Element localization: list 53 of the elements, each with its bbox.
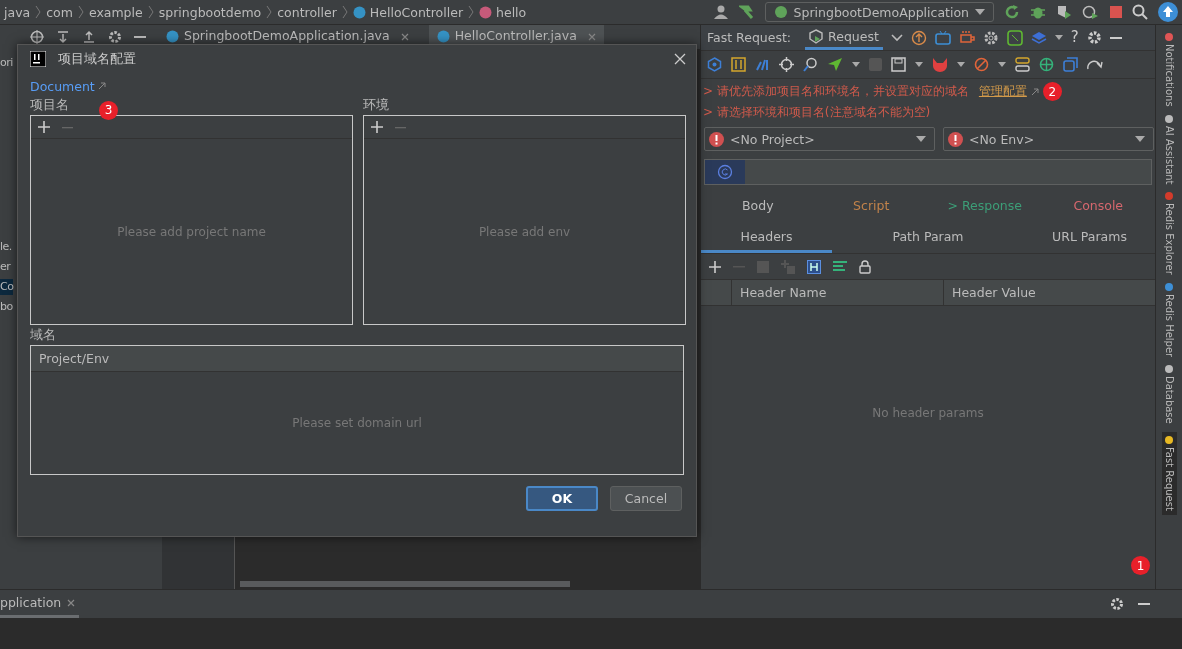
tree-item[interactable]: le.	[0, 239, 12, 255]
dialog-button[interactable]: Cancel	[610, 486, 682, 511]
help-button[interactable]: ?	[1070, 30, 1079, 45]
document-link[interactable]: Document	[30, 78, 95, 94]
breadcrumb-item[interactable]: springbootdemo	[158, 4, 262, 20]
param-tab[interactable]: Headers	[701, 222, 832, 253]
section-tab[interactable]: > Response	[943, 195, 1026, 215]
manage-config-link[interactable]: 管理配置	[978, 83, 1027, 100]
section-tab[interactable]: Script	[849, 195, 894, 215]
warning-message: > 请选择环境和项目名(注意域名不能为空)	[703, 104, 931, 121]
section-tab[interactable]: Console	[1069, 195, 1128, 215]
number-badge: 2	[1042, 82, 1062, 101]
domain-table[interactable]: Project/Env Please set domain url	[30, 345, 684, 475]
number-badge: 1	[1131, 556, 1150, 575]
tree-item[interactable]: ori	[0, 55, 13, 71]
run-configuration-dropdown[interactable]: SpringbootDemoApplication	[764, 2, 994, 22]
tree-item[interactable]: er	[0, 259, 11, 275]
empty-message: Please set domain url	[292, 416, 422, 430]
project-label: 项目名	[30, 96, 69, 114]
tool-window-button[interactable]: Database	[1163, 365, 1175, 424]
breadcrumb-item[interactable]: controller	[277, 4, 337, 20]
tree-item[interactable]: Co	[0, 279, 14, 295]
param-tab[interactable]: Path Param	[832, 222, 1024, 253]
editor-tab[interactable]: SpringbootDemoApplication.java	[158, 25, 417, 49]
breadcrumb-item[interactable]: example	[88, 4, 143, 20]
project-dropdown[interactable]: <No Project>	[704, 127, 935, 151]
environment-dropdown[interactable]: <No Env>	[943, 127, 1154, 151]
warning-message: > 请优先添加项目名和环境名，并设置对应的域名	[703, 83, 969, 100]
tool-window-button[interactable]: AI Assistant	[1163, 114, 1175, 185]
section-tab[interactable]: Body	[737, 195, 778, 215]
breadcrumb-item[interactable]: HelloController	[369, 4, 464, 20]
breadcrumb-item[interactable]: com	[46, 4, 73, 20]
tool-window-title: Fast Request:	[707, 30, 792, 45]
breadcrumb-item[interactable]: hello	[496, 4, 527, 20]
column-header[interactable]: Header Value	[943, 280, 1155, 305]
tool-window-button[interactable]: Notifications	[1163, 33, 1175, 107]
tool-window-button[interactable]: Redis Explorer	[1163, 192, 1175, 275]
empty-message: No header params	[872, 405, 984, 420]
breadcrumb-item[interactable]: java	[4, 4, 31, 20]
tree-item[interactable]: bo	[0, 299, 13, 315]
empty-message: Please add project name	[117, 224, 266, 239]
dialog-button[interactable]: OK	[526, 486, 598, 511]
empty-message: Please add env	[478, 224, 571, 239]
environment-label: 环境	[363, 96, 389, 114]
number-badge: 3	[99, 100, 118, 120]
request-tab[interactable]: Request	[805, 25, 883, 50]
tool-window-button[interactable]: Fast Request	[1161, 431, 1177, 515]
domain-label: 域名	[30, 326, 56, 344]
column-header[interactable]: Project/Env	[39, 351, 110, 366]
dialog-title: 项目域名配置	[58, 50, 137, 68]
tool-window-button[interactable]: Redis Helper	[1163, 282, 1175, 358]
param-tab[interactable]: URL Params	[1024, 222, 1155, 253]
column-header[interactable]: Header Name	[731, 280, 943, 305]
